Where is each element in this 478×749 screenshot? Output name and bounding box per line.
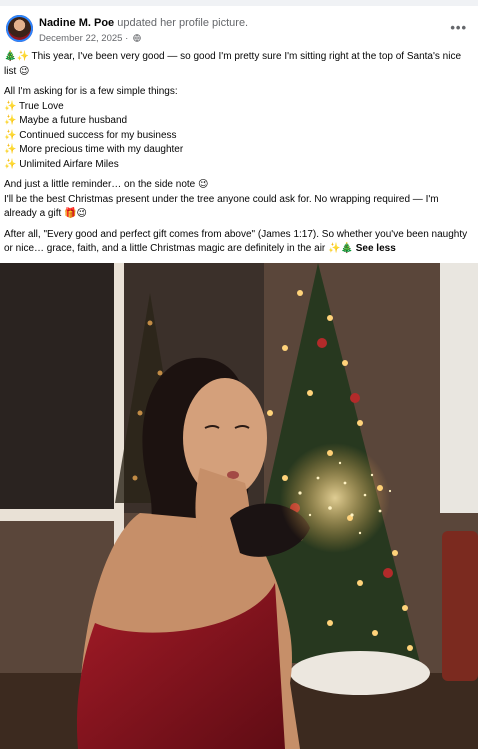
globe-icon[interactable] xyxy=(133,34,141,42)
photo-scene xyxy=(0,263,478,749)
post-header: Nadine M. Poe updated her profile pictur… xyxy=(0,6,478,50)
glitter-glow xyxy=(280,443,390,553)
more-options-icon[interactable]: ••• xyxy=(450,20,467,35)
see-less-link[interactable]: See less xyxy=(356,243,396,254)
post-action: updated her profile picture. xyxy=(117,17,249,29)
post-meta: December 22, 2025 · xyxy=(39,33,141,44)
profile-photo[interactable] xyxy=(0,263,478,749)
list-item: ✨ Continued success for my business xyxy=(4,129,177,141)
author-name[interactable]: Nadine M. Poe xyxy=(39,17,114,29)
meta-separator: · xyxy=(125,33,129,44)
post-title: Nadine M. Poe updated her profile pictur… xyxy=(39,17,248,30)
post-text: 🎄✨ This year, I've been very good — so g… xyxy=(4,50,472,257)
text-line: 🎄✨ This year, I've been very good — so g… xyxy=(4,51,462,77)
post-date[interactable]: December 22, 2025 xyxy=(39,33,122,44)
window-right xyxy=(440,263,478,513)
text-line: And just a little reminder… on the side … xyxy=(4,179,209,190)
list-item: ✨ True Love xyxy=(4,100,64,112)
avatar[interactable] xyxy=(6,15,33,42)
list-item: ✨ Unlimited Airfare Miles xyxy=(4,158,119,170)
list-item: ✨ Maybe a future husband xyxy=(4,115,128,126)
text-line: I'll be the best Christmas present under… xyxy=(4,193,439,220)
post-card: Nadine M. Poe updated her profile pictur… xyxy=(0,6,478,749)
text-line: After all, "Every good and perfect gift … xyxy=(4,228,472,257)
list-item: ✨ More precious time with my daughter xyxy=(4,144,184,155)
text-line: After all, "Every good and perfect gift … xyxy=(4,228,468,255)
red-chair xyxy=(442,531,478,681)
tree-skirt xyxy=(290,651,430,695)
text-line: All I'm asking for is a few simple thing… xyxy=(4,86,178,97)
window-sill xyxy=(0,509,124,521)
window-left xyxy=(0,263,118,513)
